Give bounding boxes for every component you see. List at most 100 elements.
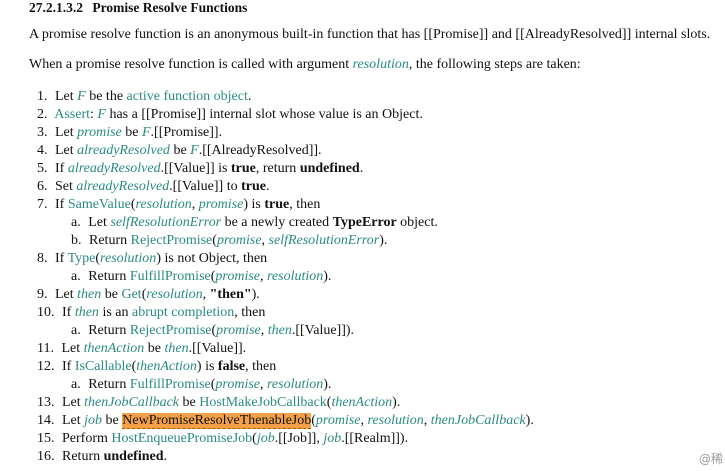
step-number: 10.: [37, 305, 55, 320]
variable: resolution: [367, 413, 424, 428]
algorithm-step: 6. Set alreadyResolved.[[Value]] to true…: [37, 178, 269, 196]
algorithm-step: 5. If alreadyResolved.[[Value]] is true,…: [37, 160, 363, 178]
highlighted-link[interactable]: NewPromiseResolveThenableJob: [122, 413, 312, 429]
spec-link[interactable]: Assert: [54, 107, 90, 122]
variable: alreadyResolved: [77, 143, 170, 158]
step-text: If: [51, 197, 68, 212]
step-text: .[[Value]] to: [169, 179, 242, 194]
algorithm-step: 7. If SameValue(resolution, promise) is …: [37, 196, 320, 214]
bold-value: true: [241, 179, 266, 194]
step-text: Let: [84, 215, 111, 230]
spec-link[interactable]: abrupt completion: [132, 305, 234, 320]
algorithm-step: 11. Let thenAction be then.[[Value]].: [37, 340, 246, 358]
step-text: .: [163, 449, 168, 464]
step-text: Return: [84, 323, 130, 338]
step-text: Let: [51, 287, 78, 302]
section-title: Promise Resolve Functions: [92, 0, 248, 15]
step-text: ).: [251, 287, 260, 302]
variable: promise: [77, 125, 122, 140]
step-text: Let: [51, 125, 78, 140]
steps-intro-text-end: , the following steps are taken:: [408, 57, 581, 72]
step-text: If: [58, 359, 75, 374]
step-text: .: [247, 89, 252, 104]
step-text: be: [101, 287, 122, 302]
variable: resolution: [100, 251, 157, 266]
spec-link[interactable]: HostMakeJobCallback: [199, 395, 327, 410]
algorithm-substep: a. Return RejectPromise(promise, then.[[…: [71, 322, 354, 340]
step-number: 16.: [37, 449, 55, 464]
step-text: has a [[Promise]] internal slot whose va…: [105, 107, 423, 122]
step-text: If: [58, 305, 75, 320]
spec-link[interactable]: Type: [68, 251, 96, 266]
step-text: Return: [84, 269, 130, 284]
resolution-var: resolution: [352, 57, 409, 72]
step-number: a.: [71, 323, 81, 338]
spec-link[interactable]: SameValue: [68, 197, 131, 212]
step-number: 1.: [37, 89, 48, 104]
variable: F: [77, 89, 86, 104]
spec-link[interactable]: IsCallable: [75, 359, 132, 374]
step-text: be the: [85, 89, 127, 104]
step-number: a.: [71, 215, 81, 230]
variable: promise: [215, 269, 260, 284]
step-text: ,: [423, 413, 431, 428]
step-text: ,: [260, 323, 268, 338]
step-text: be: [121, 125, 142, 140]
algorithm-step: 1. Let F be the active function object.: [37, 88, 251, 106]
spec-document: 27.2.1.3.2 Promise Resolve Functions A p…: [0, 0, 725, 471]
step-text: Let: [51, 89, 78, 104]
step-text: be a newly created: [221, 215, 333, 230]
step-number: 12.: [37, 359, 55, 374]
spec-link[interactable]: active function object: [127, 89, 248, 104]
spec-link[interactable]: Get: [121, 287, 141, 302]
algorithm-step: 16. Return undefined.: [37, 448, 167, 466]
step-number: 2.: [37, 107, 48, 122]
section-heading: 27.2.1.3.2 Promise Resolve Functions: [29, 0, 247, 16]
step-number: 11.: [37, 341, 54, 356]
step-text: be: [179, 395, 200, 410]
step-text: ,: [202, 287, 210, 302]
bold-value: true: [264, 197, 290, 212]
spec-link[interactable]: RejectPromise: [131, 233, 213, 248]
spec-link[interactable]: FulfillPromise: [130, 269, 211, 284]
step-number: a.: [71, 269, 81, 284]
algorithm-step: 4. Let alreadyResolved be F.[[AlreadyRes…: [37, 142, 322, 160]
step-text: Return: [84, 377, 130, 392]
step-text: Let: [58, 395, 85, 410]
variable: then: [164, 341, 189, 356]
bold-value: TypeError: [332, 215, 397, 230]
variable: then: [77, 287, 102, 302]
variable: job: [256, 431, 275, 446]
step-text: , then: [289, 197, 321, 212]
variable: alreadyResolved: [67, 161, 161, 176]
variable: job: [323, 431, 342, 446]
spec-link[interactable]: FulfillPromise: [130, 377, 211, 392]
step-text: is an: [98, 305, 132, 320]
step-text: be: [169, 143, 191, 158]
variable: resolution: [146, 287, 203, 302]
variable: F: [141, 125, 151, 140]
step-number: 6.: [37, 179, 48, 194]
step-text: .: [265, 179, 270, 194]
step-text: ).: [525, 413, 534, 428]
variable: F: [97, 107, 106, 122]
step-text: Perform: [58, 431, 112, 446]
algorithm-step: 3. Let promise be F.[[Promise]].: [37, 124, 222, 142]
variable: selfResolutionError: [268, 233, 380, 248]
step-text: .: [359, 161, 364, 176]
spec-link[interactable]: HostEnqueuePromiseJob: [111, 431, 252, 446]
variable: F: [190, 143, 199, 158]
step-text: ) is: [243, 197, 265, 212]
variable: promise: [216, 323, 261, 338]
variable: selfResolutionError: [110, 215, 222, 230]
step-number: 14.: [37, 413, 55, 428]
variable: then: [74, 305, 99, 320]
step-text: ).: [379, 233, 388, 248]
spec-link[interactable]: RejectPromise: [130, 323, 212, 338]
watermark: @稀: [698, 452, 723, 466]
variable: job: [84, 413, 103, 428]
bold-value: undefined: [299, 161, 360, 176]
step-number: 4.: [37, 143, 48, 158]
step-text: ).: [323, 377, 332, 392]
algorithm-step: 12. If IsCallable(thenAction) is false, …: [37, 358, 276, 376]
